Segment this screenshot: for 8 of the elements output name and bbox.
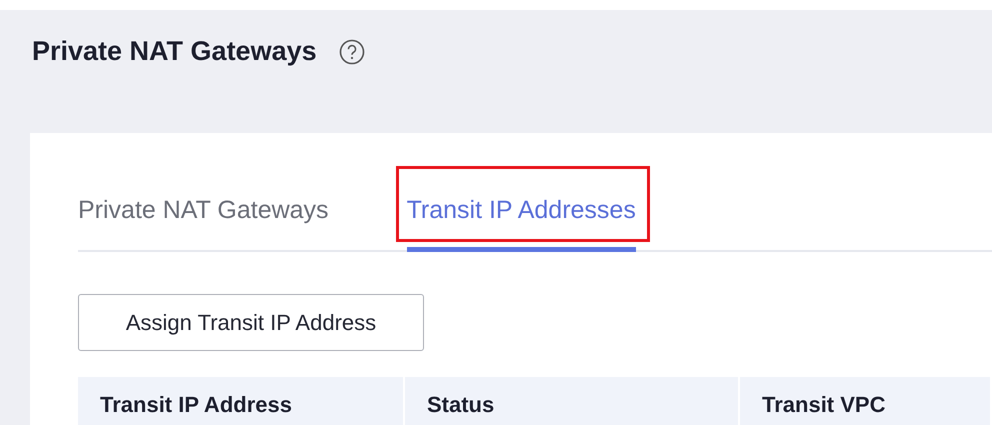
- column-header: Transit VPC: [740, 377, 992, 425]
- tab[interactable]: Private NAT Gateways: [78, 196, 329, 250]
- assign-button[interactable]: Assign Transit IP Address: [78, 294, 424, 351]
- column-header: Status: [405, 377, 740, 425]
- help-icon[interactable]: [338, 38, 365, 64]
- tab[interactable]: Transit IP Addresses: [406, 196, 636, 252]
- column-header: Transit IP Address: [78, 377, 405, 425]
- page-title: Private NAT Gateways: [32, 36, 317, 67]
